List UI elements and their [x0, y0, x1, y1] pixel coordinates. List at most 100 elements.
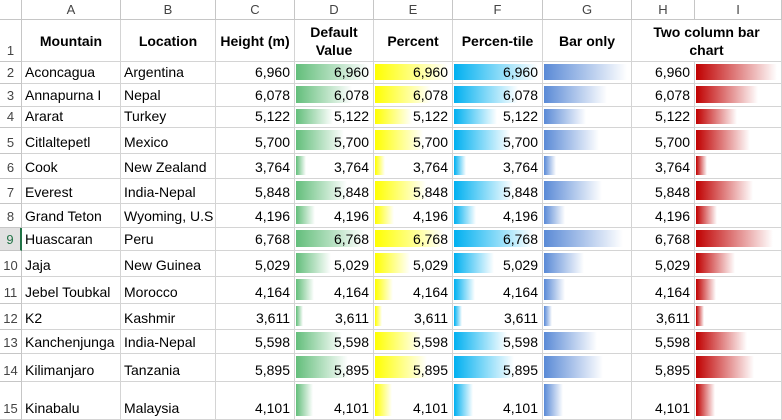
- percent-cell[interactable]: 6,078: [374, 84, 453, 107]
- height-cell[interactable]: 4,196: [216, 204, 295, 228]
- percentile-cell[interactable]: 4,196: [453, 204, 543, 228]
- default-cell[interactable]: 5,029: [295, 251, 374, 277]
- two-col-value-cell[interactable]: 6,768: [632, 228, 695, 251]
- bar-only-cell[interactable]: [543, 330, 632, 354]
- height-cell[interactable]: 4,101: [216, 382, 295, 420]
- two-col-value-cell[interactable]: 4,164: [632, 277, 695, 304]
- column-header-E[interactable]: E: [374, 0, 453, 20]
- column-header-I[interactable]: I: [695, 0, 782, 20]
- two-col-value-cell[interactable]: 5,895: [632, 354, 695, 382]
- percent-cell[interactable]: 5,700: [374, 128, 453, 154]
- column-header-B[interactable]: B: [121, 0, 216, 20]
- bar-only-cell[interactable]: [543, 382, 632, 420]
- mountain-cell[interactable]: Kanchenjunga: [22, 330, 121, 354]
- default-cell[interactable]: 4,101: [295, 382, 374, 420]
- percentile-cell[interactable]: 6,078: [453, 84, 543, 107]
- two-col-bar-cell[interactable]: [695, 277, 782, 304]
- percent-cell[interactable]: 6,768: [374, 228, 453, 251]
- height-cell[interactable]: 3,611: [216, 304, 295, 330]
- mountain-cell[interactable]: Annapurna I: [22, 84, 121, 107]
- percent-cell[interactable]: 6,960: [374, 62, 453, 84]
- percent-cell[interactable]: 4,101: [374, 382, 453, 420]
- column-header-H[interactable]: H: [632, 0, 695, 20]
- height-cell[interactable]: 5,029: [216, 251, 295, 277]
- two-col-bar-cell[interactable]: [695, 179, 782, 204]
- location-cell[interactable]: India-Nepal: [121, 179, 216, 204]
- bar-only-cell[interactable]: [543, 154, 632, 179]
- column-header-C[interactable]: C: [216, 0, 295, 20]
- row-header-11[interactable]: 11: [0, 277, 22, 304]
- percentile-cell[interactable]: 5,848: [453, 179, 543, 204]
- location-cell[interactable]: New Zealand: [121, 154, 216, 179]
- two-col-bar-cell[interactable]: [695, 251, 782, 277]
- percent-cell[interactable]: 5,848: [374, 179, 453, 204]
- bar-only-cell[interactable]: [543, 228, 632, 251]
- two-col-bar-cell[interactable]: [695, 354, 782, 382]
- two-col-value-cell[interactable]: 3,611: [632, 304, 695, 330]
- height-cell[interactable]: 6,768: [216, 228, 295, 251]
- mountain-cell[interactable]: Ararat: [22, 107, 121, 128]
- default-cell[interactable]: 4,196: [295, 204, 374, 228]
- location-cell[interactable]: Malaysia: [121, 382, 216, 420]
- height-cell[interactable]: 6,960: [216, 62, 295, 84]
- percentile-cell[interactable]: 3,611: [453, 304, 543, 330]
- column-header-D[interactable]: D: [295, 0, 374, 20]
- location-cell[interactable]: India-Nepal: [121, 330, 216, 354]
- location-cell[interactable]: Kashmir: [121, 304, 216, 330]
- header-percent[interactable]: Percent: [374, 20, 453, 62]
- percentile-cell[interactable]: 6,960: [453, 62, 543, 84]
- mountain-cell[interactable]: Huascaran: [22, 228, 121, 251]
- two-col-value-cell[interactable]: 4,101: [632, 382, 695, 420]
- percentile-cell[interactable]: 3,764: [453, 154, 543, 179]
- column-header-A[interactable]: A: [22, 0, 121, 20]
- header-mountain[interactable]: Mountain: [22, 20, 121, 62]
- default-cell[interactable]: 3,611: [295, 304, 374, 330]
- row-header-3[interactable]: 3: [0, 84, 22, 107]
- header-bar-only[interactable]: Bar only: [543, 20, 632, 62]
- height-cell[interactable]: 3,764: [216, 154, 295, 179]
- row-header-2[interactable]: 2: [0, 62, 22, 84]
- two-col-bar-cell[interactable]: [695, 204, 782, 228]
- two-col-bar-cell[interactable]: [695, 330, 782, 354]
- default-cell[interactable]: 5,122: [295, 107, 374, 128]
- default-cell[interactable]: 3,764: [295, 154, 374, 179]
- bar-only-cell[interactable]: [543, 251, 632, 277]
- percent-cell[interactable]: 5,895: [374, 354, 453, 382]
- default-cell[interactable]: 6,078: [295, 84, 374, 107]
- header-location[interactable]: Location: [121, 20, 216, 62]
- row-header-4[interactable]: 4: [0, 107, 22, 128]
- default-cell[interactable]: 5,895: [295, 354, 374, 382]
- two-col-value-cell[interactable]: 4,196: [632, 204, 695, 228]
- percent-cell[interactable]: 4,164: [374, 277, 453, 304]
- default-cell[interactable]: 6,960: [295, 62, 374, 84]
- mountain-cell[interactable]: K2: [22, 304, 121, 330]
- bar-only-cell[interactable]: [543, 277, 632, 304]
- column-header-F[interactable]: F: [453, 0, 543, 20]
- row-header-15[interactable]: 15: [0, 382, 22, 420]
- height-cell[interactable]: 5,122: [216, 107, 295, 128]
- two-col-value-cell[interactable]: 6,078: [632, 84, 695, 107]
- header-default[interactable]: Default Value: [295, 20, 374, 62]
- mountain-cell[interactable]: Jebel Toubkal: [22, 277, 121, 304]
- location-cell[interactable]: Morocco: [121, 277, 216, 304]
- two-col-bar-cell[interactable]: [695, 382, 782, 420]
- bar-only-cell[interactable]: [543, 62, 632, 84]
- select-all-corner[interactable]: [0, 0, 22, 20]
- location-cell[interactable]: Tanzania: [121, 354, 216, 382]
- two-col-bar-cell[interactable]: [695, 154, 782, 179]
- bar-only-cell[interactable]: [543, 354, 632, 382]
- bar-only-cell[interactable]: [543, 84, 632, 107]
- location-cell[interactable]: Peru: [121, 228, 216, 251]
- mountain-cell[interactable]: Jaja: [22, 251, 121, 277]
- percent-cell[interactable]: 5,029: [374, 251, 453, 277]
- two-col-value-cell[interactable]: 5,700: [632, 128, 695, 154]
- location-cell[interactable]: Argentina: [121, 62, 216, 84]
- percentile-cell[interactable]: 5,122: [453, 107, 543, 128]
- row-header-9[interactable]: 9: [0, 228, 22, 251]
- percent-cell[interactable]: 4,196: [374, 204, 453, 228]
- mountain-cell[interactable]: Grand Teton: [22, 204, 121, 228]
- row-header-10[interactable]: 10: [0, 251, 22, 277]
- height-cell[interactable]: 4,164: [216, 277, 295, 304]
- mountain-cell[interactable]: Aconcagua: [22, 62, 121, 84]
- bar-only-cell[interactable]: [543, 107, 632, 128]
